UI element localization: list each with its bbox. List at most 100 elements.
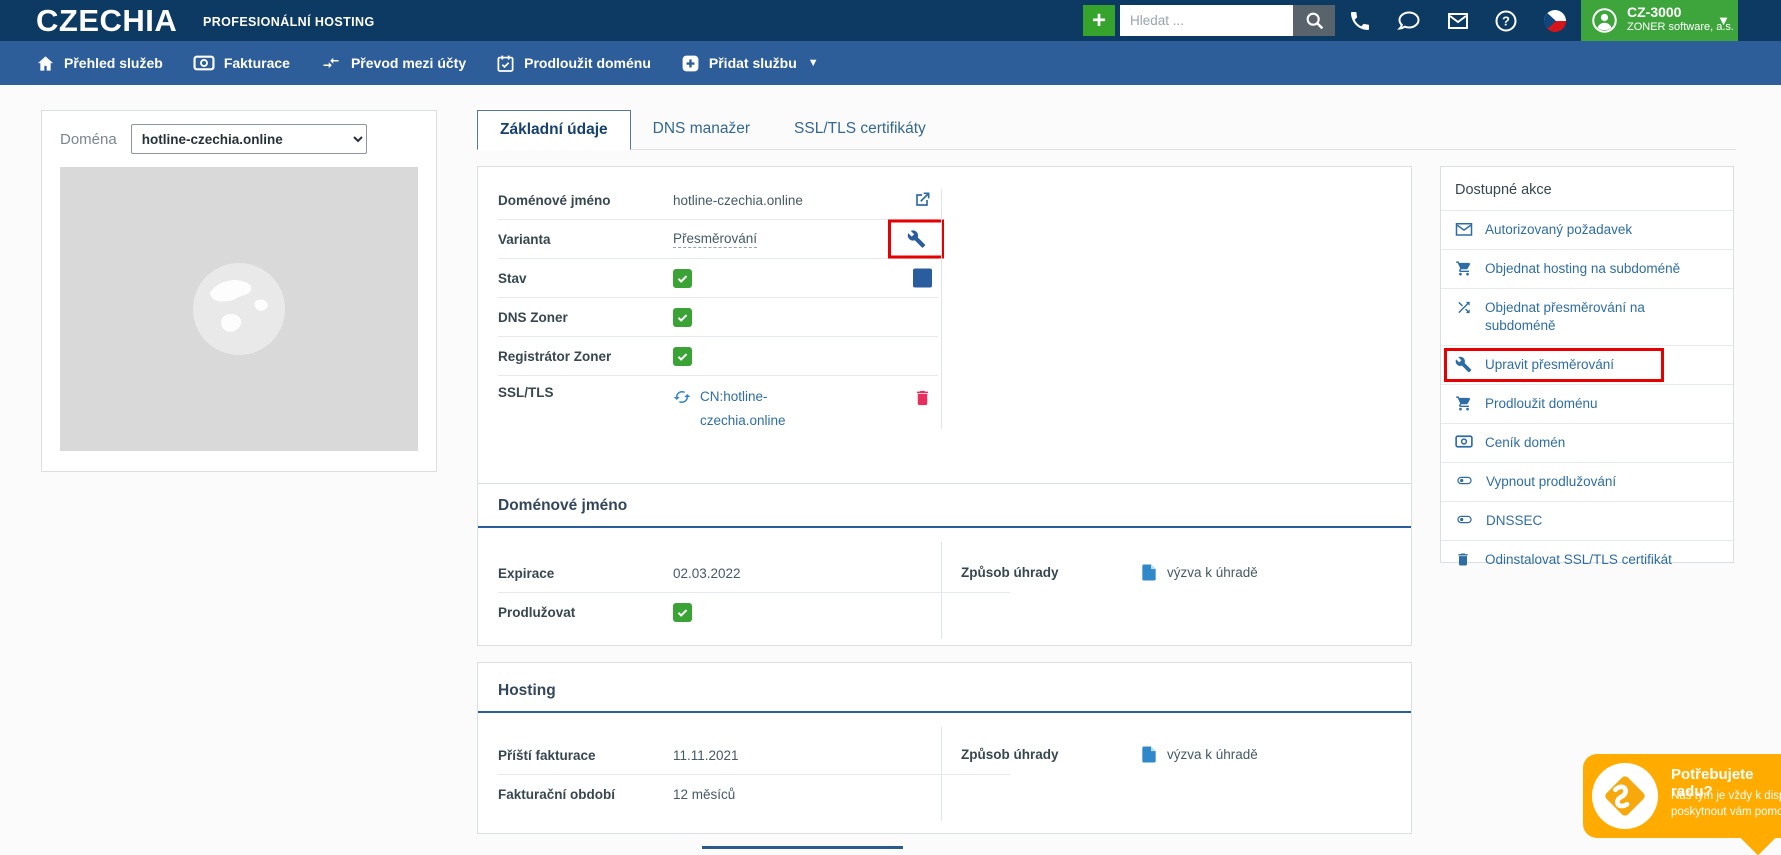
field-value: výzva k úhradě	[1167, 565, 1258, 580]
external-link-icon[interactable]	[912, 190, 932, 210]
field-label: Způsob úhrady	[961, 747, 1141, 762]
variant-value[interactable]: Přesměrování	[673, 231, 757, 248]
topbar: CZECHIA PROFESIONÁLNÍ HOSTING + ? CZ-300…	[0, 0, 1781, 41]
field-label: Způsob úhrady	[961, 565, 1141, 580]
search-icon	[1304, 10, 1325, 31]
nav-item-prevod-mezi-ucty[interactable]: Převod mezi účty	[320, 54, 466, 72]
action-cenik-domen[interactable]: Ceník domén	[1441, 423, 1733, 462]
domain-name-section: Doménové jméno Expirace 02.03.2022 Prodl…	[477, 483, 1412, 646]
row-varianta: Varianta Přesměrování	[498, 220, 938, 259]
czech-flag-icon[interactable]	[1543, 9, 1567, 33]
search-input[interactable]	[1120, 5, 1302, 36]
mail-icon[interactable]	[1446, 9, 1470, 33]
action-label: Upravit přesměrování	[1485, 356, 1614, 374]
nav-item-label: Fakturace	[224, 55, 290, 71]
ssl-link-text: CN:hotline-czechia.online	[700, 385, 818, 433]
action-upravit-presmerovani[interactable]: Upravit přesměrování	[1441, 345, 1733, 384]
search-button[interactable]	[1293, 5, 1335, 36]
home-icon	[36, 54, 55, 73]
chat-widget[interactable]: Potřebujete radu? Náš tým je vždy k disp…	[1583, 754, 1781, 838]
nav-item-prodlouzit-domenu[interactable]: Prodloužit doménu	[496, 54, 651, 73]
checkbox-checked-icon[interactable]	[673, 603, 692, 622]
action-prodlouzit-domenu[interactable]: Prodloužit doménu	[1441, 384, 1733, 423]
action-autorizovany-pozadavek[interactable]: Autorizovaný požadavek	[1441, 210, 1733, 249]
divider	[941, 542, 942, 639]
zoner-logo-icon	[1592, 763, 1658, 829]
chevron-down-icon: ▼	[808, 57, 819, 69]
field-label: Expirace	[498, 566, 673, 581]
svg-text:?: ?	[1502, 14, 1510, 29]
field-value: hotline-czechia.online	[673, 193, 803, 208]
field-value: 12 měsíců	[673, 787, 735, 802]
phone-icon[interactable]	[1348, 9, 1372, 33]
transfer-arrows-icon	[320, 54, 342, 72]
toggle-icon	[1455, 512, 1474, 527]
row-prodluzovat: Prodlužovat	[498, 593, 1010, 631]
nav-item-label: Přidat službu	[709, 55, 797, 71]
brand-tagline: PROFESIONÁLNÍ HOSTING	[203, 15, 375, 29]
account-id: CZ-3000	[1627, 4, 1681, 20]
highlight-box	[888, 220, 944, 259]
wrench-icon	[1455, 356, 1473, 373]
checkbox-checked-icon[interactable]	[673, 308, 692, 327]
status-square-icon[interactable]	[913, 269, 932, 288]
action-dnssec[interactable]: DNSSEC	[1441, 501, 1733, 540]
nav-item-pridat-sluzbu[interactable]: Přidat službu ▼	[681, 54, 819, 73]
domain-select[interactable]: hotline-czechia.online	[131, 124, 367, 154]
trash-icon[interactable]	[913, 388, 932, 408]
ssl-certificate-link[interactable]: CN:hotline-czechia.online	[673, 385, 818, 433]
hosting-section: Hosting Příští fakturace 11.11.2021 Fakt…	[477, 662, 1412, 834]
available-actions-panel: Dostupné akce Autorizovaný požadavek Obj…	[1440, 166, 1734, 563]
action-label: Autorizovaný požadavek	[1485, 221, 1632, 239]
account-menu[interactable]: CZ-3000 ZONER software, a.s. ▼	[1581, 0, 1738, 41]
trash-icon	[1455, 551, 1473, 568]
action-label: Ceník domén	[1485, 434, 1565, 452]
banknote-icon	[193, 54, 215, 72]
action-objednat-presmerovani[interactable]: Objednat přesměrování na subdoméně	[1441, 288, 1733, 345]
field-label: Prodlužovat	[498, 605, 673, 620]
cart-icon	[1455, 260, 1473, 277]
chat-text: Náš tým je vždy k dispozic	[1671, 790, 1781, 802]
globe-icon	[190, 260, 288, 358]
toggle-icon	[1455, 473, 1474, 488]
domain-select-label: Doména	[60, 131, 117, 148]
nav-item-prehled-sluzeb[interactable]: Přehled služeb	[36, 54, 163, 73]
row-ssl-tls: SSL/TLS CN:hotline-czechia.online	[498, 376, 938, 460]
row-stav: Stav	[498, 259, 938, 298]
action-label: Objednat přesměrování na subdoméně	[1485, 299, 1719, 335]
action-vypnout-prodluzovani[interactable]: Vypnout prodlužování	[1441, 462, 1733, 501]
tab-ssl-tls-certifikaty[interactable]: SSL/TLS certifikáty	[772, 110, 948, 149]
add-quick-button[interactable]: +	[1083, 5, 1115, 36]
action-odinstalovat-ssl[interactable]: Odinstalovat SSL/TLS certifikát	[1441, 540, 1733, 579]
shuffle-icon	[1455, 299, 1473, 316]
plus-icon: +	[1092, 7, 1106, 35]
section-title: Hosting	[478, 663, 1411, 713]
action-label: DNSSEC	[1486, 512, 1542, 530]
field-value: 11.11.2021	[673, 748, 739, 763]
chat-text: poskytnout vám pomoc	[1671, 806, 1781, 818]
nav-item-label: Přehled služeb	[64, 55, 163, 71]
nav-item-fakturace[interactable]: Fakturace	[193, 54, 290, 72]
calendar-check-icon	[496, 54, 515, 73]
checkbox-checked-icon[interactable]	[673, 347, 692, 366]
divider	[941, 727, 942, 821]
action-objednat-hosting[interactable]: Objednat hosting na subdoméně	[1441, 249, 1733, 288]
row-fakturacni-obdobi: Fakturační období 12 měsíců	[498, 775, 1010, 813]
field-label: Stav	[498, 271, 673, 286]
tab-zakladni-udaje[interactable]: Základní údaje	[477, 110, 631, 150]
row-zpusob-uhrady: Způsob úhrady výzva k úhradě	[961, 563, 1258, 582]
field-value: výzva k úhradě	[1167, 747, 1258, 762]
chat-icon[interactable]	[1397, 9, 1421, 33]
checkbox-checked-icon[interactable]	[673, 269, 692, 288]
user-avatar-icon	[1591, 7, 1618, 34]
tab-dns-manazer[interactable]: DNS manažer	[631, 110, 772, 149]
chevron-down-icon: ▼	[1717, 13, 1730, 28]
field-label: Příští fakturace	[498, 748, 673, 763]
field-label: Varianta	[498, 232, 673, 247]
main-navbar: Přehled služeb Fakturace Převod mezi účt…	[0, 41, 1781, 85]
field-value: 02.03.2022	[673, 566, 741, 581]
help-icon[interactable]: ?	[1494, 9, 1518, 33]
nav-item-label: Prodloužit doménu	[524, 55, 651, 71]
wrench-icon[interactable]	[907, 230, 926, 249]
document-icon	[1141, 563, 1157, 582]
